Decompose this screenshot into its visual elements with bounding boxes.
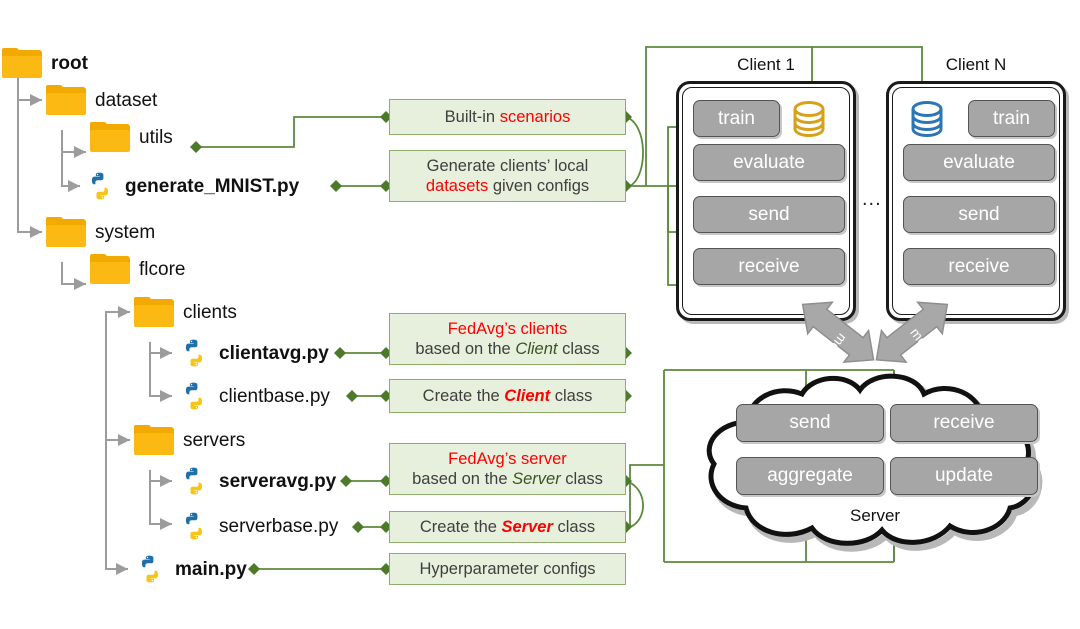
tree-node-generate-mnist[interactable]: generate_MNIST.py: [84, 170, 299, 202]
database-icon: [907, 98, 947, 145]
server-button-send[interactable]: send: [736, 404, 884, 442]
description-box-generate-datasets[interactable]: Generate clients’ local datasets given co…: [389, 150, 626, 202]
client-title: Client 1: [737, 55, 795, 74]
description-box-hyperparameter-configs[interactable]: Hyperparameter configs: [389, 553, 626, 585]
client-container: train evaluate send receive: [886, 81, 1066, 321]
client-panel-n: Client N train evaluate send receive: [886, 55, 1066, 321]
diagram-canvas: root dataset utils generate_MNIST.py sys…: [0, 0, 1080, 629]
tree-node-label: servers: [183, 429, 246, 451]
clients-ellipsis: ...: [862, 188, 882, 210]
folder-icon: [90, 254, 130, 284]
folder-icon: [90, 122, 130, 152]
description-box-fedavg-clients[interactable]: FedAvg’s clients based on the Client clas…: [389, 313, 626, 365]
client-button-train[interactable]: train: [693, 100, 780, 137]
description-text: Create the Server class: [419, 517, 596, 536]
description-box-create-server-class[interactable]: Create the Server class: [389, 511, 626, 543]
server-button-aggregate[interactable]: aggregate: [736, 457, 884, 495]
description-text: Built-in scenarios: [444, 107, 571, 126]
tree-node-clientbase[interactable]: clientbase.py: [178, 380, 330, 412]
tree-node-label: utils: [139, 126, 173, 148]
tree-node-serveravg[interactable]: serveravg.py: [178, 465, 336, 497]
description-text: Create the Client class: [422, 386, 593, 405]
client-container: train evaluate send receive: [676, 81, 856, 321]
server-label: Server: [850, 506, 901, 525]
tree-node-label: clients: [183, 301, 237, 323]
description-text: FedAvg’s server based on the Server class: [412, 449, 603, 488]
client-title: Client N: [945, 55, 1007, 74]
server-button-update[interactable]: update: [890, 457, 1038, 495]
folder-icon: [2, 48, 42, 78]
client-button-receive[interactable]: receive: [693, 248, 845, 285]
python-file-icon: [178, 380, 210, 412]
database-icon: [789, 98, 829, 145]
folder-icon: [46, 217, 86, 247]
tree-node-label: clientbase.py: [219, 385, 330, 407]
description-box-create-client-class[interactable]: Create the Client class: [389, 379, 626, 413]
tree-node-root[interactable]: root: [2, 48, 88, 78]
description-box-builtin-scenarios[interactable]: Built-in scenarios: [389, 99, 626, 135]
server-button-receive[interactable]: receive: [890, 404, 1038, 442]
tree-node-label: serveravg.py: [219, 470, 337, 492]
tree-node-label: generate_MNIST.py: [125, 175, 300, 197]
folder-icon: [46, 85, 86, 115]
description-text: Generate clients’ local datasets given co…: [425, 156, 590, 195]
tree-node-label: root: [51, 52, 88, 74]
tree-node-system[interactable]: system: [46, 217, 155, 247]
python-file-icon: [84, 170, 116, 202]
tree-node-label: serverbase.py: [219, 515, 339, 537]
client-button-receive[interactable]: receive: [903, 248, 1055, 285]
tree-node-main[interactable]: main.py: [134, 553, 247, 585]
tree-node-label: flcore: [139, 258, 186, 280]
tree-node-label: main.py: [175, 558, 247, 580]
client-button-train[interactable]: train: [968, 100, 1055, 137]
description-box-fedavg-server[interactable]: FedAvg’s server based on the Server class: [389, 443, 626, 495]
python-file-icon: [178, 337, 210, 369]
tree-node-servers[interactable]: servers: [134, 425, 245, 455]
folder-icon: [134, 297, 174, 327]
python-file-icon: [178, 465, 210, 497]
folder-icon: [134, 425, 174, 455]
tree-node-serverbase[interactable]: serverbase.py: [178, 510, 338, 542]
tree-node-label: clientavg.py: [219, 342, 329, 364]
server-cloud: send receive aggregate update Server: [660, 370, 1080, 570]
client-button-send[interactable]: send: [903, 196, 1055, 233]
client-button-evaluate[interactable]: evaluate: [903, 144, 1055, 181]
tree-node-label: system: [95, 221, 156, 243]
description-text: Hyperparameter configs: [419, 559, 596, 578]
client-button-send[interactable]: send: [693, 196, 845, 233]
tree-node-dataset[interactable]: dataset: [46, 85, 157, 115]
client-panel-1: Client 1 train evaluate send receive: [676, 55, 856, 321]
python-file-icon: [178, 510, 210, 542]
tree-node-utils[interactable]: utils: [90, 122, 173, 152]
description-text: FedAvg’s clients based on the Client clas…: [415, 319, 600, 358]
client-button-evaluate[interactable]: evaluate: [693, 144, 845, 181]
tree-node-clients[interactable]: clients: [134, 297, 237, 327]
tree-node-flcore[interactable]: flcore: [90, 254, 185, 284]
tree-node-clientavg[interactable]: clientavg.py: [178, 337, 329, 369]
tree-node-label: dataset: [95, 89, 158, 111]
python-file-icon: [134, 553, 166, 585]
